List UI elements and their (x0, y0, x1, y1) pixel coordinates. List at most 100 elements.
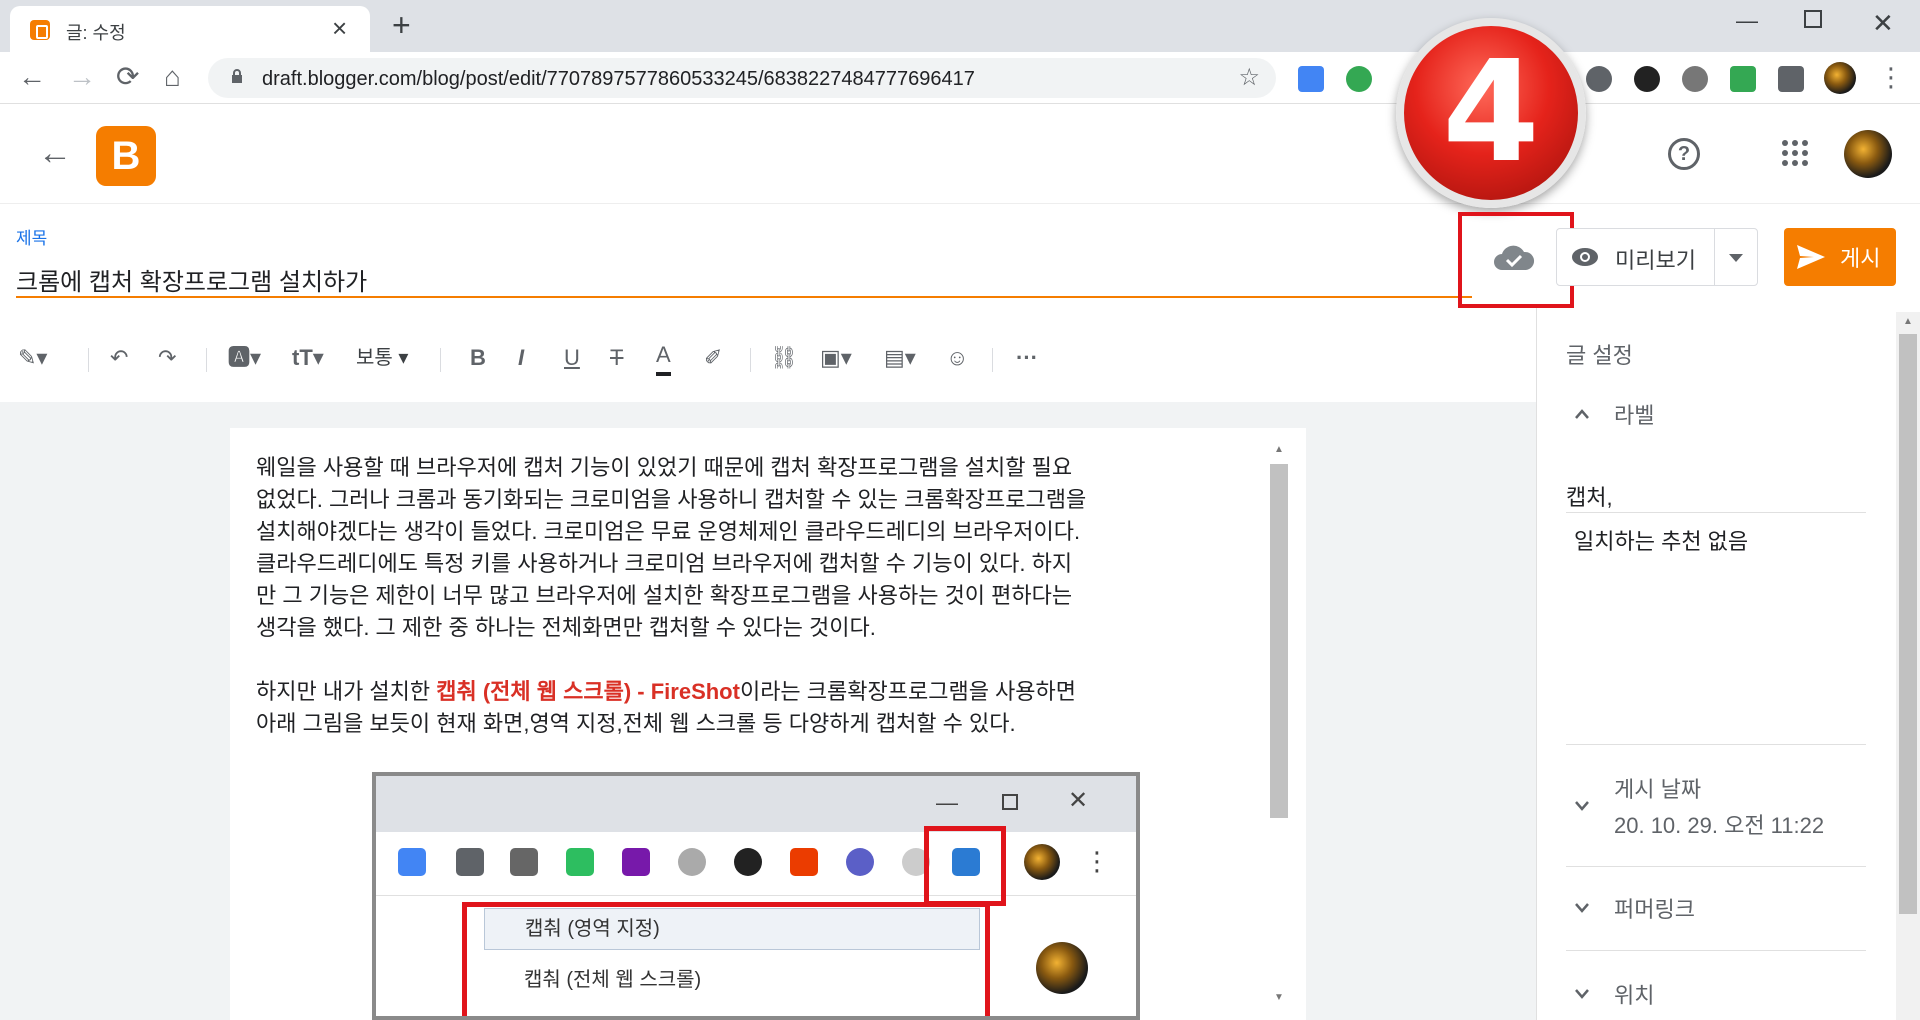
paragraph-line: 웨일을 사용할 때 브라우저에 캡처 기능이 있었기 때문에 캡처 확장프로그램… (256, 455, 1073, 480)
send-icon (1797, 245, 1825, 269)
translate-icon (398, 848, 426, 876)
underline-icon[interactable]: U (564, 340, 580, 376)
fireshot-link[interactable]: 캡춰 (전체 웹 스크롤) - FireShot (436, 679, 740, 704)
translate-extension-icon[interactable] (1298, 66, 1324, 92)
extension-icon[interactable] (1346, 66, 1372, 92)
minimize-icon[interactable]: — (1736, 8, 1758, 34)
url-text: draft.blogger.com/blog/post/edit/7707897… (262, 68, 975, 90)
browser-toolbar: ← → ⟳ ⌂ draft.blogger.com/blog/post/edit… (0, 52, 1920, 104)
image-icon[interactable]: ▣▾ (820, 340, 852, 376)
help-icon[interactable]: ? (1668, 138, 1700, 170)
more-options-icon[interactable]: ··· (1016, 340, 1038, 376)
mail-icon (510, 848, 538, 876)
image-menu-icon: ⋮ (1084, 846, 1110, 876)
bookmark-star-icon[interactable]: ☆ (1238, 63, 1260, 92)
paragraph-text: 하지만 내가 설치한 (256, 679, 437, 704)
image-tabbar: — ✕ (376, 776, 1136, 832)
editor-scrollbar[interactable]: ▲ ▼ (1268, 440, 1290, 1010)
title-field-label: 제목 (16, 229, 48, 248)
office-icon (790, 848, 818, 876)
onenote-icon (622, 848, 650, 876)
chevron-down-icon[interactable] (1574, 986, 1590, 1002)
chevron-down-icon[interactable] (1574, 798, 1590, 814)
browser-tab[interactable]: 글: 수정 × (10, 6, 370, 52)
paragraph-line: 없었다. 그러나 크롬과 동기화되는 크로미엄을 사용하니 캡처할 수 있는 크… (256, 487, 1087, 512)
text-color-icon[interactable]: A (656, 340, 671, 376)
publish-label: 게시 (1840, 246, 1881, 271)
paragraph-line: 만 그 기능은 제한이 너무 많고 브라우저에 설치한 확장프로그램을 사용하는… (256, 583, 1073, 608)
paragraph-line: 생각을 했다. 그 제한 중 하나는 전체화면만 캡처할 수 있다는 것이다. (256, 615, 876, 640)
forward-icon[interactable]: → (68, 62, 96, 92)
bold-icon[interactable]: B (470, 340, 486, 376)
bulb-icon (456, 848, 484, 876)
tab-title: 글: 수정 (66, 23, 126, 43)
tab-close-icon[interactable]: × (332, 14, 347, 42)
puzzle-icon[interactable] (1778, 66, 1804, 92)
labels-section-title[interactable]: 라벨 (1614, 398, 1654, 430)
fish-extension-icon[interactable] (1634, 66, 1660, 92)
post-settings-sidebar (1536, 308, 1920, 1020)
paragraph-line: 아래 그림을 보듯이 현재 화면,영역 지정,전체 웹 스크롤 등 다양하게 캡… (256, 711, 1016, 736)
preview-dropdown-chevron-icon[interactable] (1714, 228, 1758, 286)
paragraph-1: 웨일을 사용할 때 브라우저에 캡처 기능이 있었기 때문에 캡처 확장프로그램… (256, 452, 1256, 644)
paragraph-line: 설치해야겠다는 생각이 들었다. 크로미엄은 무료 운영체제인 클라우드레디의 … (256, 519, 1081, 544)
paragraph-2: 하지만 내가 설치한 캡춰 (전체 웹 스크롤) - FireShot이라는 크… (256, 676, 1256, 740)
extension-icon[interactable] (1682, 66, 1708, 92)
emoji-icon[interactable]: ☺ (946, 340, 968, 376)
restore-icon[interactable] (1804, 10, 1822, 28)
image-avatar-large (1036, 942, 1088, 994)
italic-icon[interactable]: I (518, 340, 524, 376)
paragraph-text: 이라는 크롬확장프로그램을 사용하면 (739, 679, 1077, 704)
image-avatar (1024, 844, 1060, 880)
back-icon[interactable]: ← (18, 62, 46, 92)
undo-icon[interactable]: ↶ (110, 340, 128, 376)
title-underline (16, 296, 1472, 298)
chevron-up-icon[interactable] (1574, 406, 1590, 422)
paragraph-style-select[interactable]: 보통 ▾ (356, 340, 408, 376)
shield-extension-icon[interactable] (1730, 66, 1756, 92)
cloud-saved-icon[interactable] (1492, 244, 1536, 272)
format-toolbar: ✎▾ ↶ ↷ 🅰▾ tT▾ 보통 ▾ B I U T A ✐ ⛓ ▣▾ ▤▾ ☺… (0, 318, 1536, 402)
back-arrow-icon[interactable]: ← (38, 134, 72, 173)
preview-label: 미리보기 (1615, 248, 1696, 273)
strikethrough-icon[interactable]: T (610, 340, 623, 376)
reload-icon[interactable]: ⟳ (116, 62, 139, 92)
home-icon[interactable]: ⌂ (164, 62, 181, 92)
labels-suggestion-text: 일치하는 추천 없음 (1574, 529, 1749, 554)
window-close-icon[interactable]: ✕ (1872, 8, 1894, 39)
new-tab-icon[interactable]: + (392, 6, 411, 44)
pencil-mode-icon[interactable]: ✎▾ (18, 340, 47, 376)
redo-icon[interactable]: ↷ (158, 340, 176, 376)
account-avatar[interactable] (1844, 130, 1892, 178)
publish-date-value: 20. 10. 29. 오전 11:22 (1614, 813, 1825, 838)
chrome-menu-icon[interactable]: ⋮ (1878, 62, 1904, 92)
whale-icon (846, 848, 874, 876)
chevron-down-icon[interactable] (1574, 900, 1590, 916)
video-icon[interactable]: ▤▾ (884, 340, 916, 376)
profile-avatar[interactable] (1824, 62, 1856, 94)
highlight-pen-icon[interactable]: ✐ (704, 340, 722, 376)
link-icon[interactable]: ⛓ (770, 340, 798, 376)
labels-input[interactable]: 캡처, (1566, 480, 1613, 512)
extension-icon[interactable] (1586, 66, 1612, 92)
blogger-header: ← ? (0, 104, 1920, 204)
paragraph-line: 클라우드레디에도 특정 키를 사용하거나 크로미엄 브라우저에 캡처할 수 기능… (256, 551, 1073, 576)
fireshot-screenshot-image: — ✕ ⋮ 캡춰 (영역 지정) 캡춰 (전체 웹 스크롤) (372, 772, 1140, 1020)
sidebar-scrollbar[interactable]: ▲ (1896, 312, 1920, 1020)
text-size-icon[interactable]: tT▾ (292, 340, 324, 376)
paragraph-style-value: 보통 (356, 347, 393, 369)
publish-button[interactable]: 게시 (1784, 228, 1896, 286)
image-menu-highlight-box (462, 902, 990, 1016)
font-color-box-icon[interactable]: 🅰▾ (228, 340, 261, 376)
fish-icon (734, 848, 762, 876)
publish-date-title[interactable]: 게시 날짜 (1614, 772, 1701, 804)
apps-grid-icon[interactable] (1782, 140, 1810, 168)
lock-icon (232, 69, 242, 83)
location-title[interactable]: 위치 (1614, 978, 1654, 1010)
paragraph-line: 하지만 내가 설치한 캡춰 (전체 웹 스크롤) - FireShot이라는 크… (256, 676, 1256, 708)
post-title-input[interactable]: 크롬에 캡처 확장프로그램 설치하가 (16, 262, 367, 297)
eye-icon (1572, 248, 1598, 266)
permalink-title[interactable]: 퍼머링크 (1614, 892, 1695, 924)
blogger-logo[interactable] (96, 126, 156, 186)
address-bar[interactable]: draft.blogger.com/blog/post/edit/7707897… (208, 58, 1276, 98)
